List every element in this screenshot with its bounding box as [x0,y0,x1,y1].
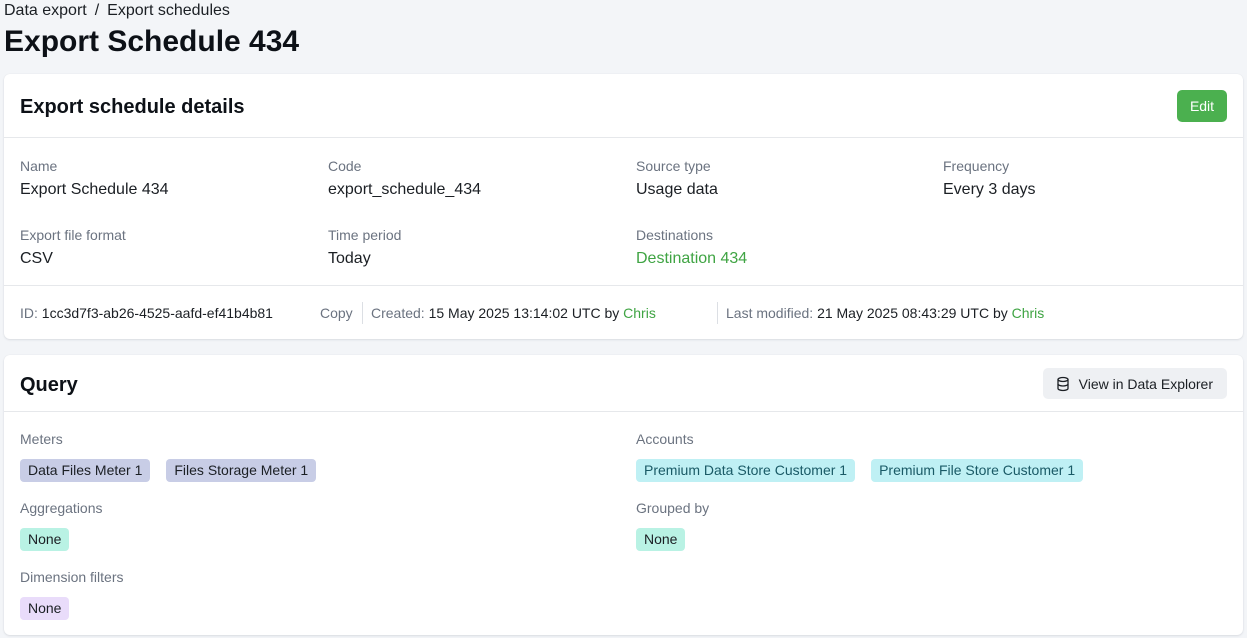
field-name: Name Export Schedule 434 [20,158,169,199]
copy-id-link[interactable]: Copy [320,305,353,321]
details-card-header: Export schedule details Edit [4,74,1243,138]
accounts-tags: Premium Data Store Customer 1 Premium Fi… [636,459,1084,482]
view-in-data-explorer-button[interactable]: View in Data Explorer [1042,368,1227,399]
destination-link[interactable]: Destination 434 [636,250,747,268]
view-in-data-explorer-label: View in Data Explorer [1078,375,1213,392]
breadcrumb: Data export / Export schedules [4,1,230,21]
query-card-title: Query [20,374,78,396]
field-file-format-label: Export file format [20,227,126,243]
created-meta: Created: 15 May 2025 13:14:02 UTC by Chr… [371,305,656,321]
field-file-format-value: CSV [20,250,53,267]
database-icon [1056,376,1069,391]
meta-divider [717,302,718,324]
meters-section: Meters Data Files Meter 1 Files Storage … [20,431,317,482]
grouped-by-none-tag: None [636,528,686,551]
query-card-header: Query View in Data Explorer [4,355,1243,412]
field-source-type: Source type Usage data [636,158,718,199]
aggregations-tags: None [20,528,103,551]
meters-tags: Data Files Meter 1 Files Storage Meter 1 [20,459,317,482]
query-card: Query View in Data Explorer Meters Data … [4,355,1243,635]
field-source-type-label: Source type [636,158,711,174]
field-code: Code export_schedule_434 [328,158,481,199]
meta-divider [362,302,363,324]
meter-tag: Data Files Meter 1 [20,459,151,482]
accounts-section: Accounts Premium Data Store Customer 1 P… [636,431,1084,482]
created-label: Created: [371,305,425,321]
dimension-filters-tags: None [20,597,123,620]
field-source-type-value: Usage data [636,181,718,198]
account-tag: Premium Data Store Customer 1 [636,459,856,482]
dimension-filters-label: Dimension filters [20,569,124,585]
grouped-by-label: Grouped by [636,500,710,516]
field-code-label: Code [328,158,362,174]
field-time-period: Time period Today [328,227,401,268]
metadata-row: ID: 1cc3d7f3-ab26-4525-aafd-ef41b4b81 Co… [4,285,1243,339]
details-card-title: Export schedule details [20,96,245,118]
field-destinations: Destinations Destination 434 [636,227,747,268]
id-meta: ID: 1cc3d7f3-ab26-4525-aafd-ef41b4b81 [20,305,273,321]
edit-button[interactable]: Edit [1177,90,1227,122]
page-title: Export Schedule 434 [4,25,300,58]
accounts-label: Accounts [636,431,694,447]
meter-tag: Files Storage Meter 1 [166,459,317,482]
field-time-period-value: Today [328,250,371,267]
modified-value: 21 May 2025 08:43:29 UTC by [817,305,1008,321]
aggregations-label: Aggregations [20,500,103,516]
field-name-value: Export Schedule 434 [20,181,169,198]
dimension-filters-section: Dimension filters None [20,569,123,620]
id-label: ID: [20,305,38,321]
grouped-by-tags: None [636,528,709,551]
field-name-label: Name [20,158,58,174]
breadcrumb-export-schedules[interactable]: Export schedules [107,2,230,20]
id-value: 1cc3d7f3-ab26-4525-aafd-ef41b4b81 [41,305,273,321]
field-frequency: Frequency Every 3 days [943,158,1035,199]
field-file-format: Export file format CSV [20,227,126,268]
field-frequency-value: Every 3 days [943,181,1036,198]
account-tag: Premium File Store Customer 1 [871,459,1084,482]
field-destinations-label: Destinations [636,227,714,243]
grouped-by-section: Grouped by None [636,500,709,551]
breadcrumb-separator: / [94,2,100,19]
modified-meta: Last modified: 21 May 2025 08:43:29 UTC … [726,305,1044,321]
aggregations-section: Aggregations None [20,500,103,551]
dimension-filters-none-tag: None [20,597,70,620]
created-by-user-link[interactable]: Chris [623,305,656,321]
modified-by-user-link[interactable]: Chris [1012,305,1045,321]
meters-label: Meters [20,431,63,447]
copy-label[interactable]: Copy [320,305,353,321]
breadcrumb-data-export[interactable]: Data export [4,2,87,20]
field-code-value: export_schedule_434 [328,181,482,198]
aggregations-none-tag: None [20,528,70,551]
export-schedule-details-card: Export schedule details Edit Name Export… [4,74,1243,339]
created-value: 15 May 2025 13:14:02 UTC by [428,305,620,321]
field-time-period-label: Time period [328,227,402,243]
modified-label: Last modified: [726,305,814,321]
field-frequency-label: Frequency [943,158,1010,174]
